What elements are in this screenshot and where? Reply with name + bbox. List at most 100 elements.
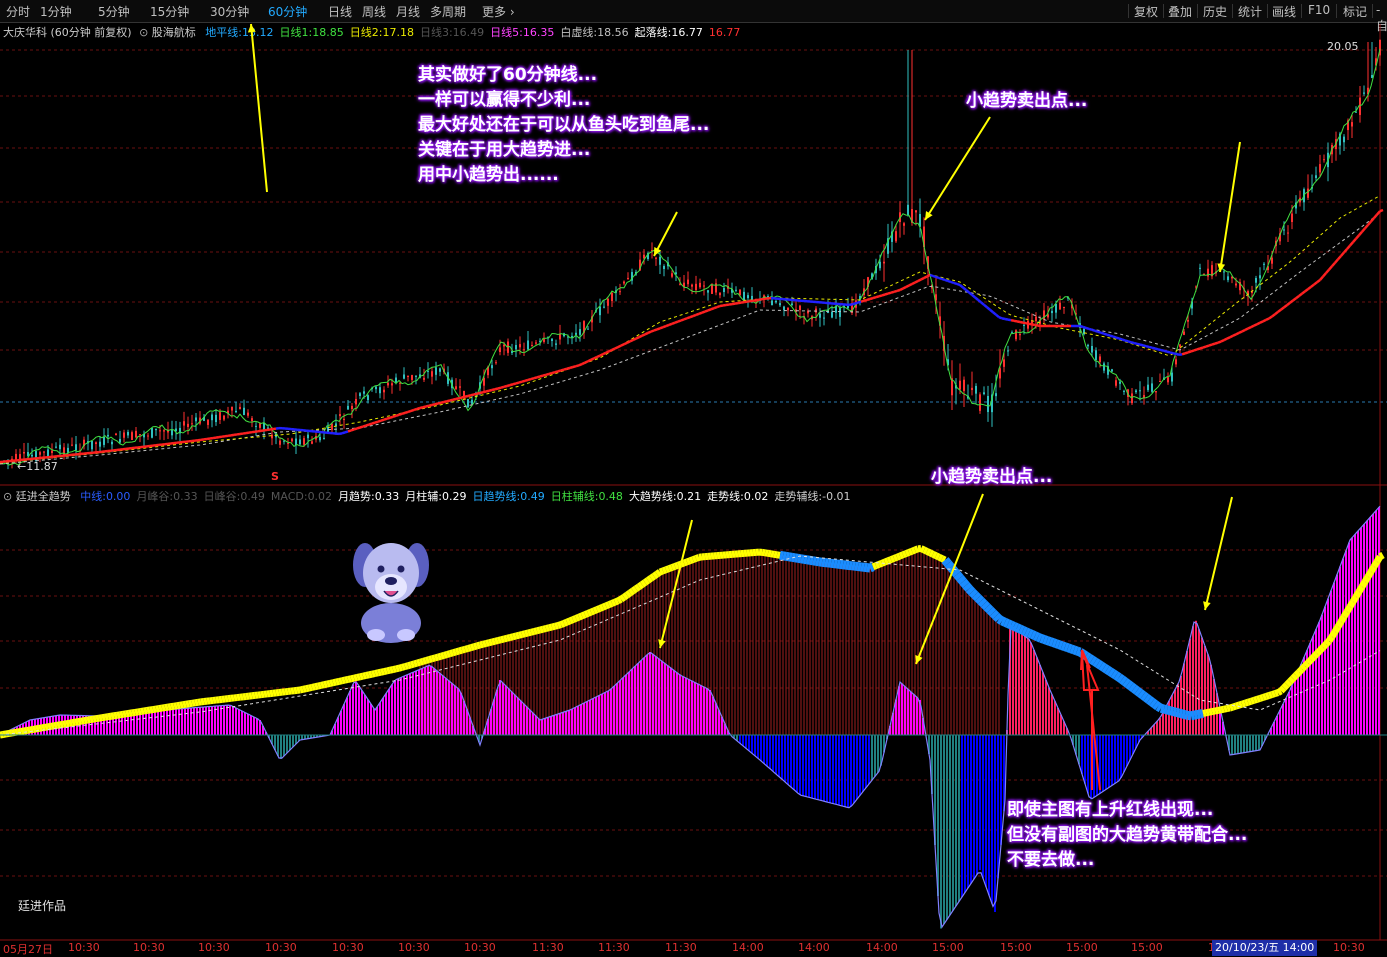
big-trend-band [934, 552, 941, 561]
big-trend-band [1104, 665, 1113, 676]
trend-line-segment [851, 302, 856, 306]
trend-line-segment [440, 400, 445, 404]
trend-line-segment [662, 324, 667, 329]
big-trend-band [1134, 687, 1143, 697]
candle-body [695, 283, 697, 291]
candle-body [415, 375, 417, 377]
candle-body [1043, 310, 1045, 320]
candle-body [151, 428, 153, 438]
big-trend-band [1060, 641, 1067, 651]
big-trend-band [1334, 619, 1345, 629]
trend-line-segment [983, 303, 988, 309]
candle-body [139, 434, 141, 436]
big-trend-band [1223, 705, 1228, 713]
big-trend-band [1228, 703, 1235, 712]
candle-body [1259, 275, 1261, 279]
big-trend-band [1302, 660, 1311, 669]
trend-line-segment [941, 277, 946, 282]
time-axis-tick: 11:30 [665, 941, 697, 954]
candle-body [995, 393, 997, 397]
candle-body [99, 441, 101, 447]
candle-body [135, 430, 137, 438]
candle-body [267, 427, 269, 429]
candle-body [1291, 213, 1293, 222]
big-trend-band [664, 565, 671, 574]
big-trend-band [1326, 634, 1335, 644]
big-trend-band [428, 655, 433, 664]
time-axis-tick: 10:30 [398, 941, 430, 954]
big-trend-band [443, 651, 448, 659]
trend-line-segment [848, 303, 853, 307]
candle-body [535, 342, 537, 344]
candle-body [1095, 350, 1097, 360]
big-trend-band [1264, 692, 1271, 700]
trend-line-segment [1307, 285, 1312, 291]
candle-body [1351, 122, 1353, 127]
big-trend-band [941, 557, 952, 567]
trend-line-segment [530, 377, 535, 381]
big-trend-band [1246, 697, 1253, 706]
candle-body [775, 300, 777, 303]
candle-body [123, 432, 125, 438]
trend-line-segment [620, 343, 625, 347]
trend-line-segment [1355, 234, 1360, 240]
trend-line-segment [1364, 224, 1369, 230]
big-trend-band [395, 664, 400, 673]
trend-line-segment [1112, 335, 1117, 339]
candle-body [39, 452, 41, 455]
big-trend-band [901, 550, 908, 559]
trend-line-segment [416, 406, 421, 411]
candle-body [551, 338, 553, 341]
big-trend-band [1036, 632, 1043, 643]
big-trend-band [95, 714, 100, 723]
trend-line-segment [533, 376, 538, 380]
big-trend-band [1063, 642, 1070, 653]
big-trend-band [29, 725, 34, 734]
trend-line-segment [1211, 342, 1216, 346]
big-trend-band [764, 549, 769, 557]
big-trend-band [44, 723, 49, 731]
trend-line-segment [1028, 322, 1033, 326]
candle-body [627, 277, 629, 280]
big-trend-band [299, 685, 304, 694]
candle-body [1111, 369, 1113, 372]
candle-body [747, 295, 749, 299]
time-axis-tick: 14:00 [866, 941, 898, 954]
candle-body [1035, 316, 1037, 322]
big-trend-band [1119, 675, 1128, 686]
trend-line-segment [1124, 339, 1129, 343]
trend-line-segment [1235, 331, 1240, 336]
big-trend-band [1352, 589, 1363, 599]
candle-body [291, 438, 293, 442]
candle-body [1271, 257, 1273, 264]
big-trend-band [785, 551, 790, 562]
trend-line-segment [854, 301, 859, 305]
trend-line-segment [695, 312, 700, 317]
big-trend-band [630, 585, 639, 594]
big-trend-band [1226, 704, 1231, 713]
candle-body [43, 451, 45, 453]
trend-line-segment [467, 394, 472, 398]
trend-line-segment [425, 404, 430, 408]
trend-line-segment [338, 432, 343, 436]
trend-line-segment [341, 431, 346, 435]
big-trend-band [386, 666, 391, 675]
big-trend-band [639, 579, 648, 588]
candle-body [971, 387, 973, 391]
big-trend-band [1116, 673, 1125, 684]
trend-line-segment [881, 293, 886, 297]
trend-line-segment [1346, 244, 1351, 250]
big-trend-band [89, 715, 94, 724]
big-trend-band [648, 573, 657, 582]
candle-body [1307, 188, 1309, 198]
candle-body [119, 438, 121, 443]
big-trend-band [815, 556, 820, 567]
big-trend-band [485, 639, 490, 647]
candle-body [1119, 381, 1121, 384]
candle-body [691, 284, 693, 287]
candle-body [223, 415, 225, 420]
trend-line-segment [959, 284, 964, 289]
candle-body [107, 434, 109, 437]
candle-body [183, 421, 185, 426]
trend-line-segment [503, 384, 508, 389]
